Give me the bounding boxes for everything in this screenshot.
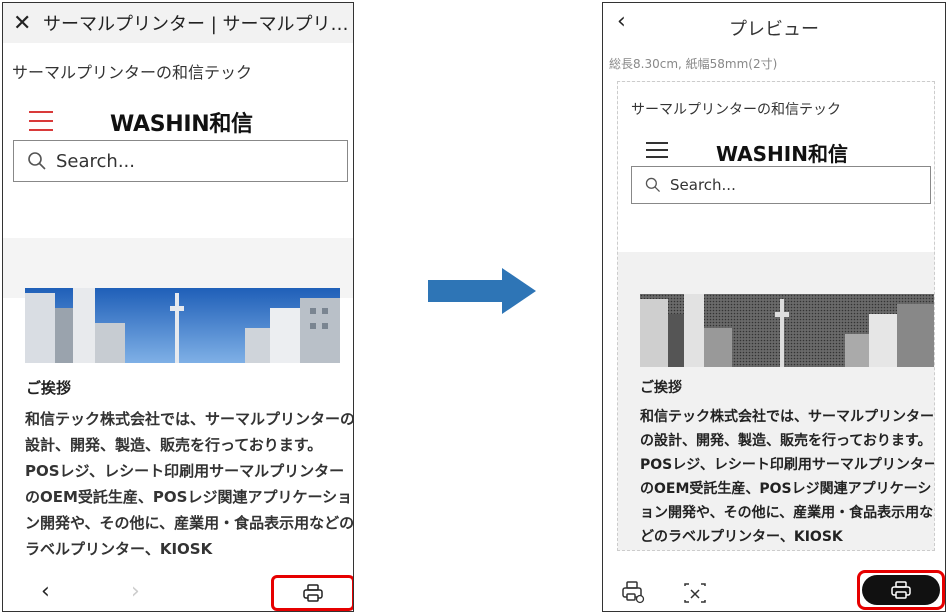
back-icon[interactable]: ‹ bbox=[41, 579, 50, 604]
hamburger-menu-icon[interactable] bbox=[29, 111, 53, 131]
forward-icon[interactable]: › bbox=[131, 579, 140, 604]
site-name: サーマルプリンターの和信テック bbox=[631, 102, 841, 118]
print-button[interactable] bbox=[271, 575, 353, 611]
paper-info: 総長8.30cm, 紙幅58mm(2寸) bbox=[609, 57, 778, 71]
printer-icon bbox=[303, 584, 323, 602]
browser-title-bar: ✕ サーマルプリンター | サーマルプリ… bbox=[3, 3, 353, 43]
site-name: サーマルプリンターの和信テック bbox=[12, 63, 253, 82]
search-icon bbox=[28, 152, 46, 170]
preview-bottom-bar bbox=[603, 568, 945, 611]
hero-image bbox=[25, 288, 340, 363]
print-button[interactable] bbox=[857, 570, 945, 610]
printer-icon bbox=[891, 581, 911, 599]
arrow-icon bbox=[428, 268, 536, 314]
intro-paragraph: 和信テック株式会社では、サーマルプリンターの設計、開発、製造、販売を行っておりま… bbox=[25, 410, 354, 558]
search-placeholder: Search... bbox=[670, 176, 736, 194]
search-box-preview: Search... bbox=[631, 166, 931, 204]
print-preview-screen: ‹ プレビュー 総長8.30cm, 紙幅58mm(2寸) サーマルプリンターの和… bbox=[602, 2, 946, 612]
printer-settings-icon[interactable] bbox=[621, 580, 645, 604]
preview-header: ‹ プレビュー bbox=[603, 3, 945, 43]
browser-title: サーマルプリンター | サーマルプリ… bbox=[43, 14, 349, 35]
site-logo: WASHIN和信 bbox=[716, 142, 848, 166]
hero-image-grayscale bbox=[640, 294, 934, 367]
search-placeholder: Search... bbox=[56, 150, 136, 172]
intro-paragraph: 和信テック株式会社では、サーマルプリンターの設計、開発、製造、販売を行っておりま… bbox=[640, 409, 935, 545]
search-input[interactable]: Search... bbox=[13, 140, 348, 182]
greeting-heading: ご挨拶 bbox=[640, 380, 682, 396]
hamburger-menu-icon bbox=[646, 142, 668, 158]
preview-title: プレビュー bbox=[729, 19, 819, 40]
crop-icon[interactable] bbox=[683, 582, 707, 604]
greeting-heading: ご挨拶 bbox=[26, 379, 72, 397]
search-icon bbox=[645, 177, 661, 193]
print-button-pill[interactable] bbox=[862, 575, 940, 605]
browser-bottom-bar: ‹ › bbox=[3, 573, 353, 611]
close-icon[interactable]: ✕ bbox=[13, 11, 37, 36]
browser-screen: ✕ サーマルプリンター | サーマルプリ… サーマルプリンターの和信テック WA… bbox=[2, 2, 354, 612]
site-logo[interactable]: WASHIN和信 bbox=[110, 106, 253, 138]
receipt-preview: サーマルプリンターの和信テック WASHIN和信 Search... ご挨拶 和… bbox=[617, 81, 935, 551]
